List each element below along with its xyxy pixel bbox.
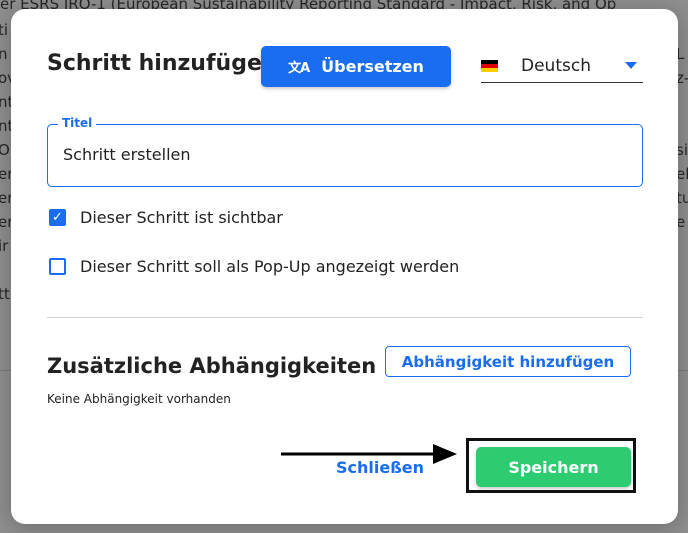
language-selected-value: Deutsch bbox=[521, 55, 591, 76]
chevron-down-icon bbox=[625, 62, 637, 69]
translate-icon: 文A bbox=[288, 61, 310, 76]
add-dependency-button[interactable]: Abhängigkeit hinzufügen bbox=[385, 346, 631, 377]
checkmark-icon: ✓ bbox=[52, 210, 63, 225]
visible-checkbox[interactable]: ✓ bbox=[49, 209, 66, 226]
translate-button[interactable]: 文A Übersetzen bbox=[261, 46, 451, 87]
title-field: Titel bbox=[47, 116, 643, 187]
add-step-dialog: Schritt hinzufügen 文A Übersetzen Deutsch… bbox=[11, 9, 678, 524]
german-flag-icon bbox=[481, 59, 498, 72]
popup-checkbox-row[interactable]: Dieser Schritt soll als Pop-Up angezeigt… bbox=[49, 257, 459, 276]
close-button[interactable]: Schließen bbox=[336, 458, 424, 477]
section-divider bbox=[47, 317, 643, 318]
popup-checkbox[interactable] bbox=[49, 258, 66, 275]
visible-checkbox-row[interactable]: ✓ Dieser Schritt ist sichtbar bbox=[49, 208, 283, 227]
visible-checkbox-label: Dieser Schritt ist sichtbar bbox=[80, 208, 283, 227]
dependencies-title: Zusätzliche Abhängigkeiten bbox=[47, 354, 377, 378]
title-input[interactable] bbox=[63, 145, 623, 164]
title-field-label: Titel bbox=[58, 116, 97, 130]
translate-button-label: Übersetzen bbox=[321, 57, 424, 76]
dependencies-empty-text: Keine Abhängigkeit vorhanden bbox=[47, 392, 231, 406]
language-select[interactable]: Deutsch bbox=[481, 49, 643, 83]
dialog-title: Schritt hinzufügen bbox=[47, 51, 278, 76]
popup-checkbox-label: Dieser Schritt soll als Pop-Up angezeigt… bbox=[80, 257, 460, 276]
save-button[interactable]: Speichern bbox=[476, 447, 631, 487]
